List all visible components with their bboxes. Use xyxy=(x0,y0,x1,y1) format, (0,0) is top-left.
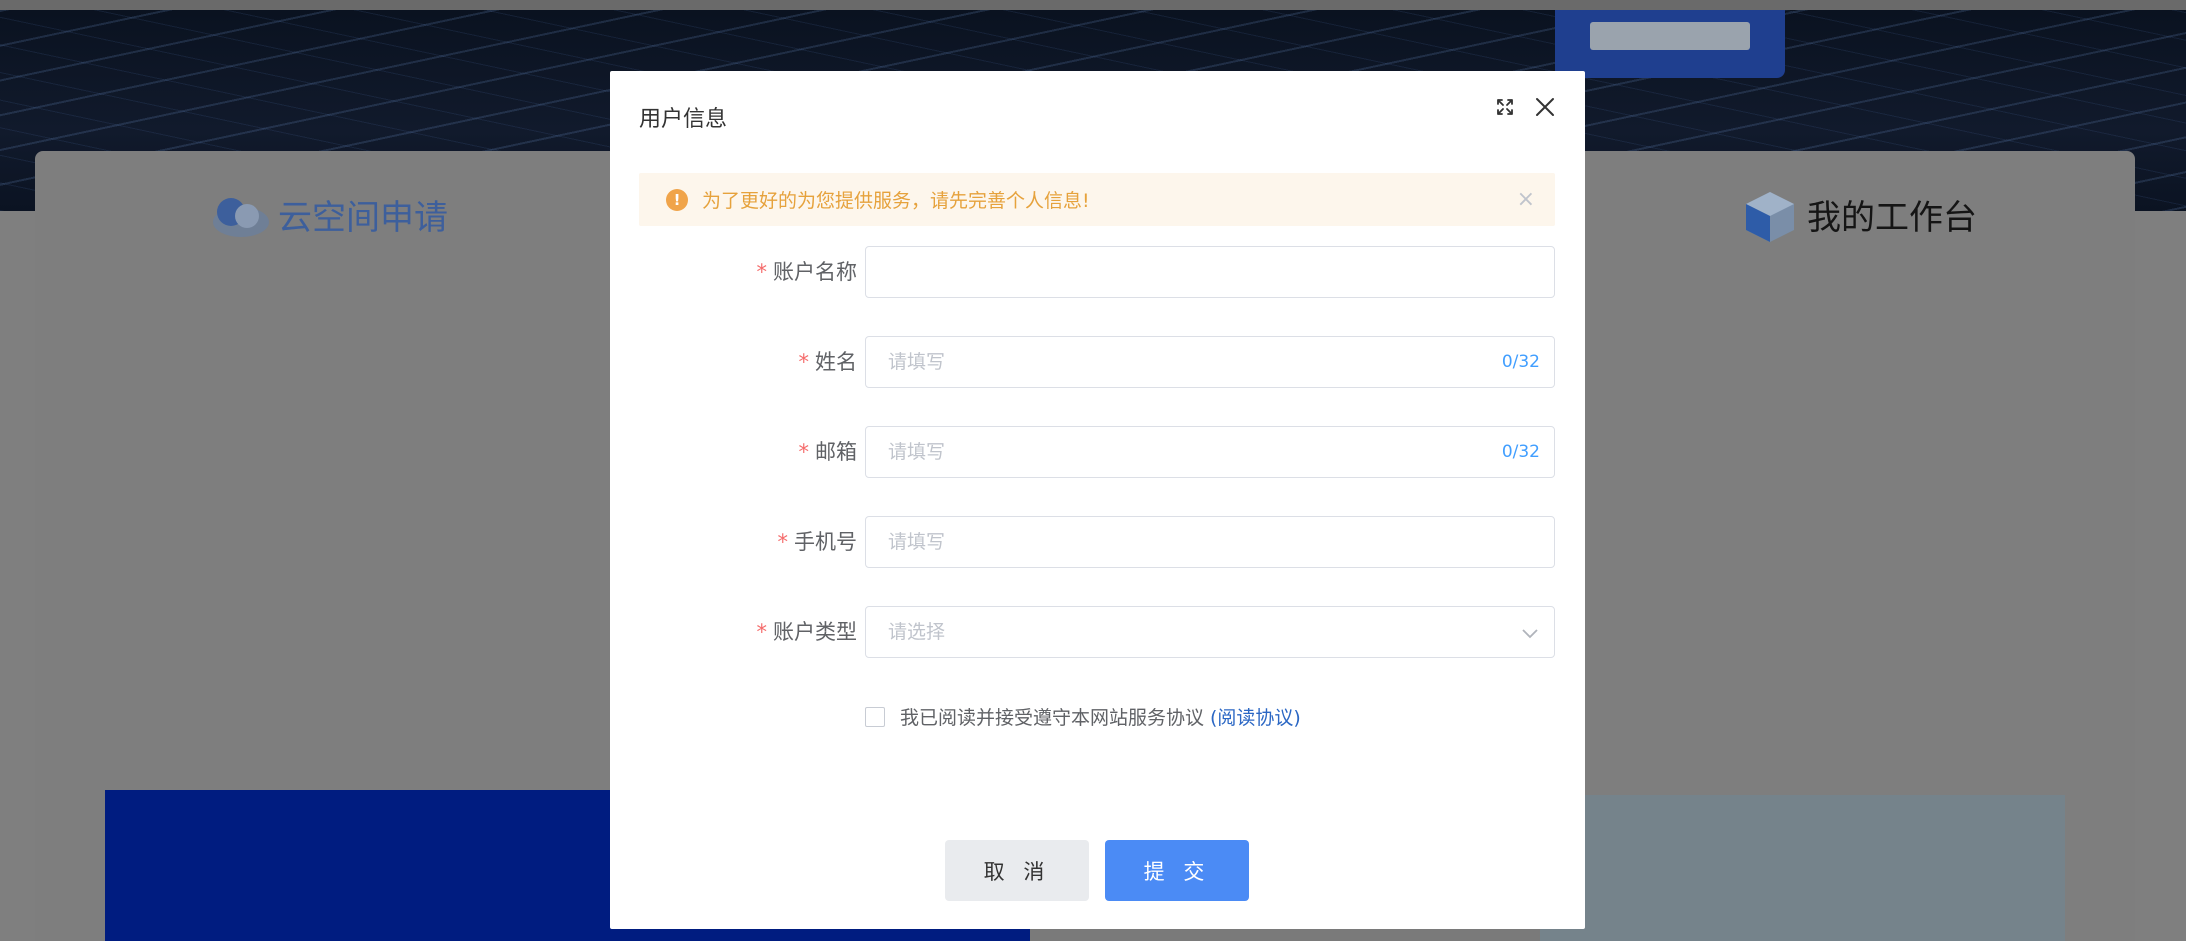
phone-input[interactable]: 请填写 xyxy=(865,516,1555,568)
agreement-row: 我已阅读并接受遵守本网站服务协议 (阅读协议) xyxy=(865,703,1301,730)
top-bar xyxy=(0,0,2186,10)
name-input[interactable]: 请填写 0/32 xyxy=(865,336,1555,388)
dialog-title: 用户信息 xyxy=(639,107,728,132)
fullscreen-icon[interactable] xyxy=(1495,97,1515,117)
dialog-actions xyxy=(1495,97,1555,117)
warning-icon: ! xyxy=(666,188,688,211)
name-placeholder: 请填写 xyxy=(888,351,946,373)
cube-icon xyxy=(1746,192,1794,242)
alert-text: 为了更好的为您提供服务，请先完善个人信息! xyxy=(702,190,1090,212)
email-input[interactable]: 请填写 0/32 xyxy=(865,426,1555,478)
warning-alert: ! 为了更好的为您提供服务，请先完善个人信息! × xyxy=(639,173,1555,226)
cancel-button[interactable]: 取 消 xyxy=(945,840,1089,901)
alert-close-icon[interactable]: × xyxy=(1517,187,1535,212)
name-row: * 姓名 请填写 0/32 xyxy=(610,336,1585,388)
email-label: * 邮箱 xyxy=(798,440,858,464)
my-workbench-title[interactable]: 我的工作台 xyxy=(1807,190,1977,239)
account-name-input[interactable] xyxy=(865,246,1555,298)
phone-label: * 手机号 xyxy=(777,530,858,554)
phone-row: * 手机号 请填写 xyxy=(610,516,1585,568)
email-char-counter: 0/32 xyxy=(1501,442,1540,462)
name-char-counter: 0/32 xyxy=(1501,352,1540,372)
hero-chip-label xyxy=(1590,22,1750,50)
cloud-icon xyxy=(213,198,269,237)
account-type-row: * 账户类型 请选择 xyxy=(610,606,1585,658)
account-name-row: * 账户名称 xyxy=(610,246,1585,298)
submit-button[interactable]: 提 交 xyxy=(1105,840,1249,901)
email-row: * 邮箱 请填写 0/32 xyxy=(610,426,1585,478)
cloud-space-apply-title[interactable]: 云空间申请 xyxy=(278,190,448,239)
account-type-label: * 账户类型 xyxy=(756,620,858,644)
name-label: * 姓名 xyxy=(798,350,858,374)
read-agreement-link[interactable]: (阅读协议) xyxy=(1210,703,1301,730)
account-type-placeholder: 请选择 xyxy=(888,621,946,643)
email-placeholder: 请填写 xyxy=(888,441,946,463)
close-icon[interactable] xyxy=(1535,97,1555,117)
user-info-dialog: 用户信息 ! 为了更好的为您提供服务，请先完善个人信息! × * 账户名称 * 姓名… xyxy=(610,71,1585,929)
chevron-down-icon xyxy=(1522,629,1538,639)
account-type-select[interactable]: 请选择 xyxy=(865,606,1555,658)
phone-placeholder: 请填写 xyxy=(888,531,946,553)
agreement-checkbox[interactable] xyxy=(865,706,885,727)
agreement-text: 我已阅读并接受遵守本网站服务协议 xyxy=(900,707,1205,729)
account-name-label: * 账户名称 xyxy=(756,260,858,284)
feature-card-right xyxy=(1540,795,2065,941)
